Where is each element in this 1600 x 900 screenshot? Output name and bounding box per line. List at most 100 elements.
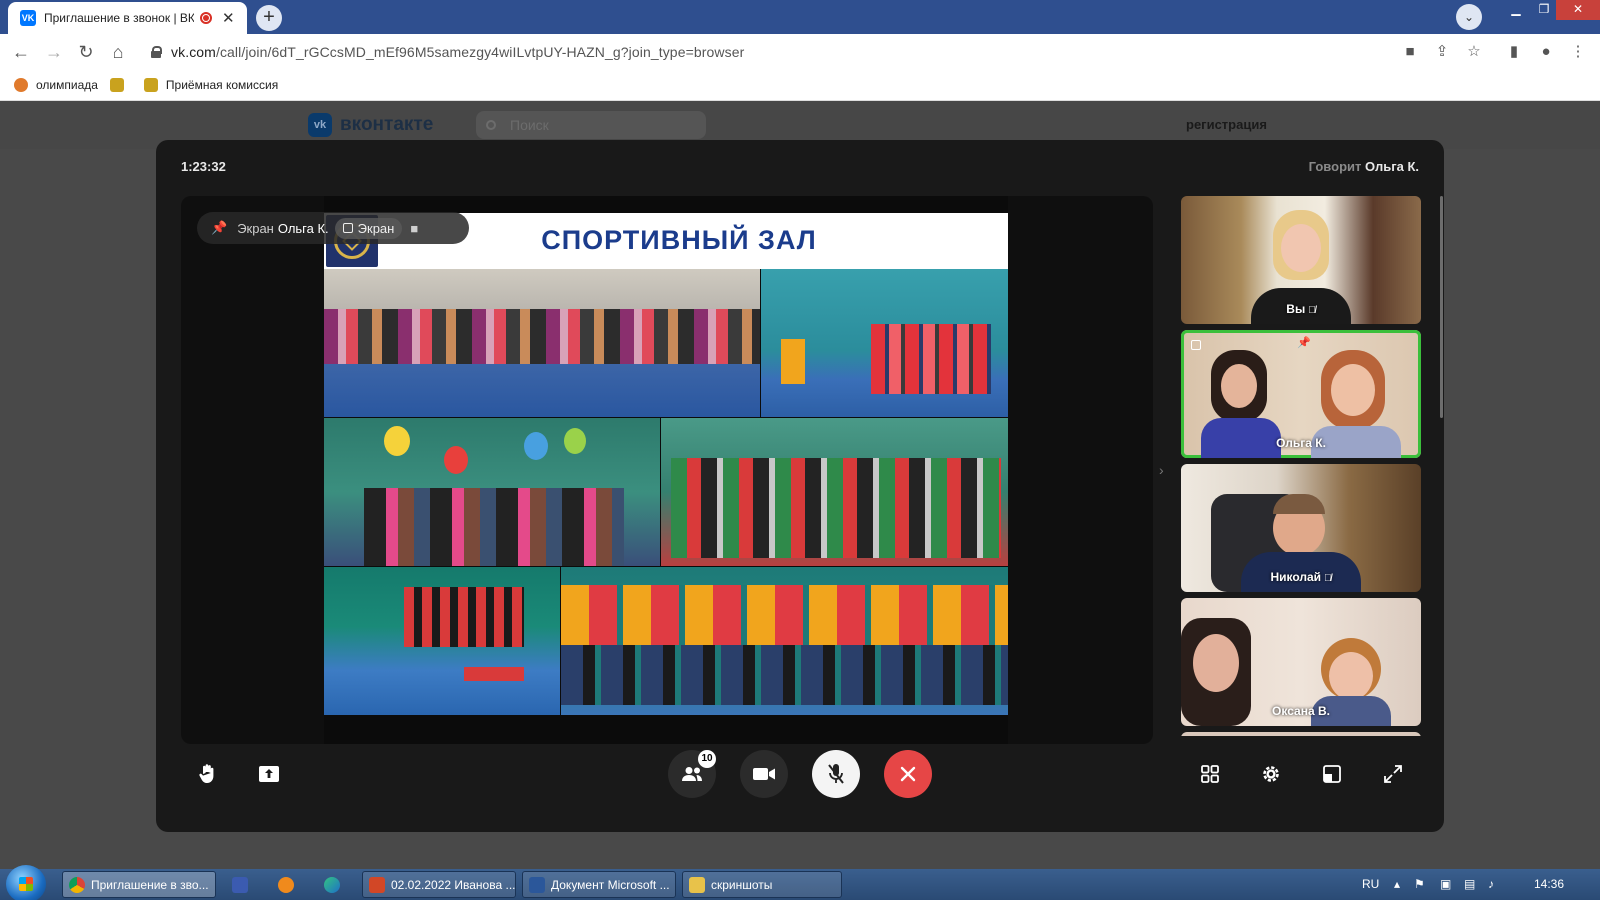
taskbar-item-save[interactable] [226, 871, 260, 898]
screen-share-icon [1191, 340, 1201, 350]
tab-search-button[interactable]: ⌄ [1456, 4, 1482, 30]
vk-logo[interactable]: vk вконтакте [308, 113, 433, 137]
participants-scrollbar[interactable] [1440, 196, 1443, 418]
participants-count-badge: 10 [698, 750, 716, 768]
start-button[interactable] [6, 865, 46, 900]
bookmark-shield[interactable] [109, 78, 132, 92]
microphone-toggle-button[interactable] [812, 750, 860, 798]
fullscreen-icon [1384, 765, 1402, 783]
minimize-button[interactable]: ▁ [1503, 0, 1529, 20]
browser-toolbar: ← → ↻ ⌂ vk.com/call/join/6dT_rGCcsMD_mEf… [0, 34, 1600, 70]
photo-balloons [324, 418, 660, 566]
grid-view-button[interactable] [1186, 750, 1234, 798]
bookmark-favicon-icon [14, 78, 28, 92]
taskbar-item-media[interactable] [272, 871, 306, 898]
participant-tile-partial[interactable] [1181, 732, 1421, 736]
photo-relay [324, 567, 560, 715]
volume-icon[interactable]: ♪ [1488, 877, 1494, 891]
tab-title: Приглашение в звонок | ВК [44, 11, 194, 25]
folder-icon [689, 876, 705, 893]
url-host: vk.com [171, 44, 216, 60]
tray-device-icon[interactable]: ▣ [1440, 877, 1451, 891]
photo-line-up [561, 567, 1008, 715]
tray-arrow-icon[interactable]: ▴ [1394, 877, 1400, 891]
menu-icon[interactable]: ⋮ [1568, 42, 1588, 62]
share-screen-icon [259, 766, 279, 782]
settings-button[interactable] [1247, 750, 1295, 798]
call-window: 1:23:32 Говорит Ольга К. СПОРТИВНЫЙ ЗАЛ [156, 140, 1444, 832]
pin-icon[interactable]: 📌 [1297, 336, 1311, 349]
word-icon [529, 876, 545, 893]
screen-chip: Экран [334, 217, 403, 239]
close-icon [900, 766, 916, 782]
hand-icon [199, 764, 214, 783]
bookmark-label: Приёмная комиссия [165, 78, 279, 92]
photo-red-team [761, 269, 1008, 417]
pinned-screen-chip[interactable]: 📌 Экран Ольга К. Экран ■ [197, 212, 469, 244]
chevron-right-icon[interactable]: › [1159, 462, 1164, 478]
browser-tab[interactable]: VK Приглашение в звонок | ВК ✕ [8, 2, 247, 34]
taskbar-item-chrome[interactable]: Приглашение в зво... [62, 871, 216, 898]
participant-tile[interactable]: Вы 🎙̸ [1181, 196, 1421, 324]
participant-tile[interactable]: Оксана В. [1181, 598, 1421, 726]
vk-search-input[interactable]: Поиск [476, 111, 706, 139]
edge-icon [324, 876, 340, 893]
tab-close-icon[interactable]: ✕ [222, 9, 235, 27]
vk-favicon-icon: VK [20, 10, 36, 26]
participants-button[interactable]: 10 [668, 750, 716, 798]
camera-small-icon: ■ [410, 220, 419, 236]
reload-button[interactable]: ↻ [75, 41, 97, 63]
bookmarks-bar: олимпиада Приёмная комиссия [0, 70, 1600, 101]
media-player-icon [278, 876, 294, 893]
register-link[interactable]: регистрация [1186, 117, 1267, 132]
layout-button[interactable] [1308, 750, 1356, 798]
taskbar-item-powerpoint[interactable]: 02.02.2022 Иванова ... [362, 871, 516, 898]
address-bar[interactable]: vk.com/call/join/6dT_rGCcsMD_mEf96M5same… [143, 38, 1393, 66]
end-call-button[interactable] [884, 750, 932, 798]
mic-off-icon [828, 764, 844, 784]
vk-search-placeholder: Поиск [510, 117, 549, 133]
share-screen-button[interactable] [245, 750, 293, 798]
participant-tile[interactable]: Николай 🎙̸ [1181, 464, 1421, 592]
powerpoint-icon [369, 876, 385, 893]
speaking-name: Ольга К. [1365, 159, 1419, 174]
screen-share-stage[interactable]: СПОРТИВНЫЙ ЗАЛ 📌 Экран Ольга К. Экран ■ [181, 196, 1153, 744]
taskbar-label: 02.02.2022 Иванова ... [391, 877, 516, 892]
language-indicator[interactable]: RU [1362, 877, 1379, 891]
bookmark-label: олимпиада [36, 78, 98, 92]
bookmark-olympiad[interactable]: олимпиада [14, 78, 98, 92]
tray-flag-icon[interactable]: ⚑ [1414, 877, 1425, 891]
camera-button[interactable] [740, 750, 788, 798]
taskbar-item-folder[interactable]: скриншоты [682, 871, 842, 898]
side-panel-icon[interactable]: ▮ [1504, 42, 1524, 62]
participant-name: Оксана В. [1272, 704, 1330, 718]
taskbar-label: Документ Microsoft ... [551, 877, 670, 892]
speaking-label: Говорит [1308, 159, 1362, 174]
participants-grid: Вы 🎙̸ 📌 Ольга К. Николай 🎙̸ Оксана В. [1181, 196, 1421, 736]
share-icon[interactable]: ⇪ [1432, 42, 1452, 62]
participant-tile-active[interactable]: 📌 Ольга К. [1181, 330, 1421, 458]
fullscreen-button[interactable] [1369, 750, 1417, 798]
bookmark-admissions[interactable]: Приёмная комиссия [143, 78, 279, 92]
taskbar-label: скриншоты [711, 877, 773, 892]
camera-indicator-icon[interactable]: ■ [1400, 42, 1420, 62]
speaking-indicator: Говорит Ольга К. [1309, 159, 1419, 174]
vk-logo-icon: vk [308, 113, 332, 137]
back-button[interactable]: ← [10, 41, 32, 63]
pin-name: Ольга К. [277, 220, 329, 236]
mic-off-icon: 🎙̸ [1324, 573, 1332, 584]
network-icon[interactable]: ▤ [1464, 877, 1475, 891]
taskbar-item-word[interactable]: Документ Microsoft ... [522, 871, 676, 898]
profile-icon[interactable]: ● [1536, 42, 1556, 62]
forward-button[interactable]: → [43, 41, 65, 63]
bookmark-star-icon[interactable]: ☆ [1464, 42, 1484, 62]
new-tab-button[interactable]: + [256, 5, 282, 31]
raise-hand-button[interactable] [184, 750, 232, 798]
home-button[interactable]: ⌂ [107, 41, 129, 63]
restore-button[interactable]: ❐ [1531, 0, 1557, 20]
search-icon [486, 120, 496, 130]
taskbar-item-edge[interactable] [318, 871, 352, 898]
window-close-button[interactable]: ✕ [1556, 0, 1600, 20]
taskbar-label: Приглашение в зво... [91, 877, 209, 892]
clock[interactable]: 14:36 [1534, 877, 1564, 891]
